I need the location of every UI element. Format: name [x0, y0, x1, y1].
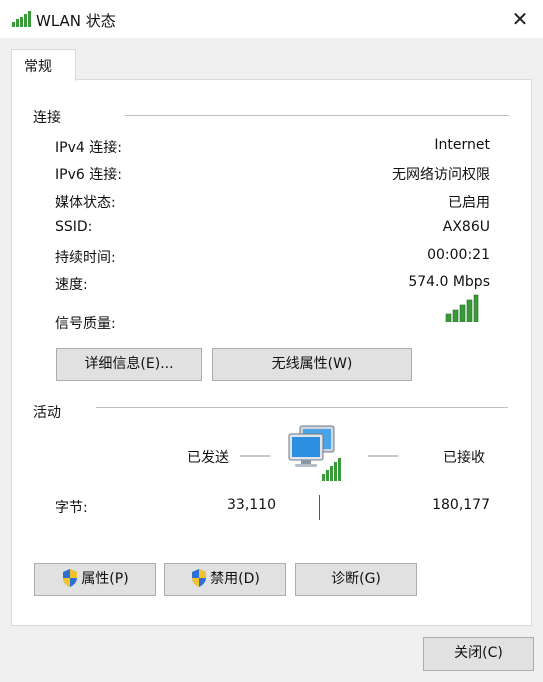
wifi-signal-icon — [12, 11, 31, 27]
duration-value: 00:00:21 — [427, 247, 490, 263]
ipv6-value: 无网络访问权限 — [392, 167, 490, 183]
disable-button-label: 禁用(D) — [210, 571, 260, 587]
properties-button[interactable]: 属性(P) — [34, 563, 156, 596]
ipv6-label: IPv6 连接: — [55, 167, 122, 183]
speed-value: 574.0 Mbps — [408, 274, 490, 290]
close-icon[interactable]: ✕ — [505, 4, 535, 34]
bytes-divider — [319, 495, 320, 520]
wireless-properties-button[interactable]: 无线属性(W) — [212, 348, 412, 381]
bytes-received-value: 180,177 — [432, 497, 490, 513]
ssid-label: SSID: — [55, 219, 93, 235]
window-title: WLAN 状态 — [36, 12, 116, 30]
details-button[interactable]: 详细信息(E)... — [56, 348, 202, 381]
signal-quality-label: 信号质量: — [55, 316, 116, 332]
activity-divider — [96, 407, 508, 408]
connection-divider — [125, 115, 509, 116]
speed-label: 速度: — [55, 277, 88, 293]
properties-button-label: 属性(P) — [81, 571, 129, 587]
diagnose-button[interactable]: 诊断(G) — [295, 563, 417, 596]
network-computer-icon — [288, 425, 341, 481]
media-state-label: 媒体状态: — [55, 195, 116, 211]
ipv4-label: IPv4 连接: — [55, 140, 122, 156]
connection-heading: 连接 — [33, 110, 61, 126]
disable-button[interactable]: 禁用(D) — [164, 563, 286, 596]
close-button[interactable]: 关闭(C) — [423, 637, 534, 671]
received-label: 已接收 — [443, 450, 485, 466]
uac-shield-icon — [192, 568, 207, 587]
activity-heading: 活动 — [33, 405, 61, 421]
signal-bars-icon — [445, 294, 479, 322]
media-state-value: 已启用 — [448, 195, 490, 211]
ssid-value: AX86U — [442, 219, 490, 235]
received-line — [368, 455, 398, 457]
tab-general[interactable]: 常规 — [11, 49, 76, 81]
sent-label: 已发送 — [187, 450, 229, 466]
uac-shield-icon — [63, 568, 78, 587]
ipv4-value: Internet — [434, 137, 490, 153]
title-bar: WLAN 状态 ✕ — [0, 0, 543, 38]
duration-label: 持续时间: — [55, 250, 116, 266]
sent-line — [240, 455, 270, 457]
tab-general-label: 常规 — [24, 59, 52, 75]
bytes-sent-value: 33,110 — [227, 497, 276, 513]
bytes-label: 字节: — [55, 500, 88, 516]
